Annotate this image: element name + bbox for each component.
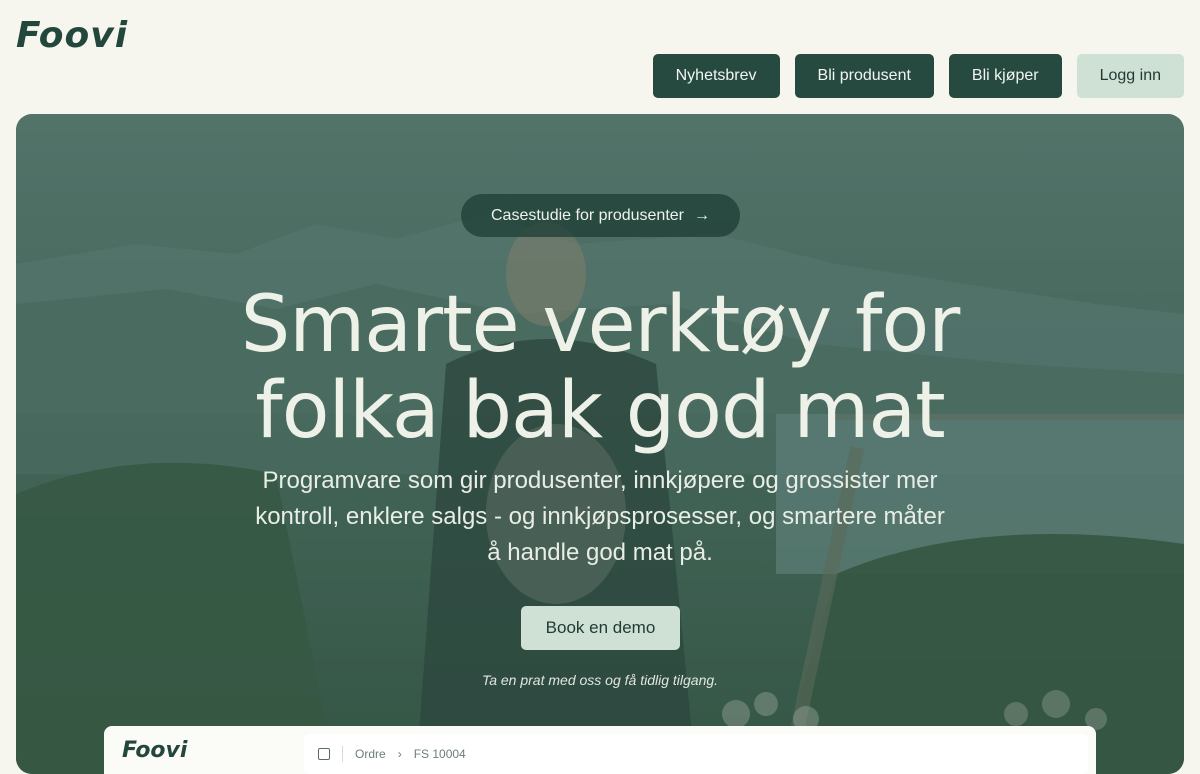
- case-study-label: Casestudie for produsenter: [491, 206, 684, 224]
- foovi-logo[interactable]: Foovi: [16, 12, 128, 60]
- chevron-right-icon: ›: [397, 747, 402, 761]
- app-preview-topbar: Ordre › FS 10004: [304, 734, 1088, 774]
- app-preview-logo: Foovi: [122, 738, 188, 763]
- hero-subtitle: Programvare som gir produsenter, innkjøp…: [255, 467, 945, 566]
- hero-section: Casestudie for produsenter → Smarte verk…: [16, 114, 1184, 774]
- become-producer-button[interactable]: Bli produsent: [794, 54, 934, 98]
- become-buyer-button[interactable]: Bli kjøper: [948, 54, 1062, 98]
- headline-line-1: Smarte verktøy for: [240, 280, 961, 370]
- case-study-link[interactable]: Casestudie for produsenter →: [461, 194, 740, 237]
- arrow-right-icon: →: [694, 206, 710, 224]
- login-button[interactable]: Logg inn: [1076, 54, 1184, 98]
- hero-headline: Smarte verktøy for folka bak god mat: [16, 282, 1184, 454]
- book-demo-button[interactable]: Book en demo: [521, 606, 680, 650]
- early-access-note: Ta en prat med oss og få tidlig tilgang.: [481, 672, 719, 688]
- headline-line-2: folka bak god mat: [255, 366, 945, 456]
- breadcrumb-current: FS 10004: [413, 747, 466, 761]
- app-preview: Foovi Ordre › FS 10004: [104, 726, 1096, 774]
- newsletter-button[interactable]: Nyhetsbrev: [652, 54, 780, 98]
- top-navigation: Nyhetsbrev Bli produsent Bli kjøper Logg…: [652, 54, 1184, 98]
- breadcrumb-root: Ordre: [355, 747, 386, 761]
- divider: [342, 746, 343, 762]
